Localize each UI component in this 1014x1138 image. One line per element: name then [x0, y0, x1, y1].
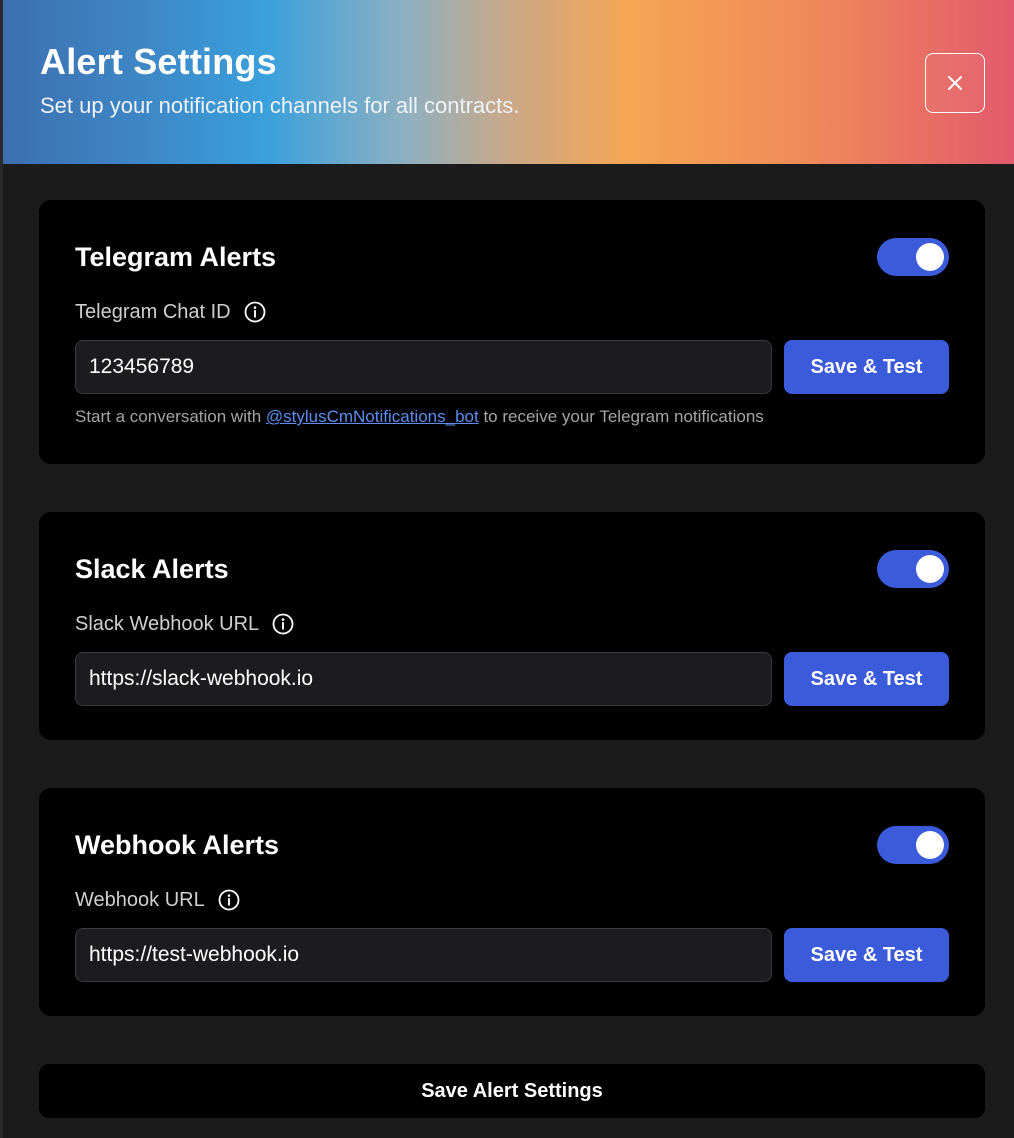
helper-prefix: Start a conversation with: [75, 407, 266, 426]
webhook-url-label: Webhook URL: [75, 888, 949, 912]
telegram-chat-id-label: Telegram Chat ID: [75, 300, 949, 324]
webhook-save-test-button[interactable]: Save & Test: [784, 928, 949, 982]
close-icon: [948, 76, 962, 90]
webhook-card-header: Webhook Alerts: [75, 826, 949, 864]
info-icon[interactable]: [243, 300, 267, 324]
slack-alerts-card: Slack Alerts Slack Webhook URL Save & T: [39, 512, 985, 740]
save-alert-settings-button[interactable]: Save Alert Settings: [39, 1064, 985, 1118]
telegram-alerts-toggle[interactable]: [877, 238, 949, 276]
telegram-alerts-card: Telegram Alerts Telegram Chat ID Save &: [39, 200, 985, 464]
modal-content: Telegram Alerts Telegram Chat ID Save &: [3, 164, 1014, 1118]
telegram-card-header: Telegram Alerts: [75, 238, 949, 276]
page-title: Alert Settings: [40, 41, 277, 82]
telegram-input-row: Save & Test: [75, 340, 949, 394]
modal-header: Alert Settings Set up your notification …: [3, 0, 1014, 164]
slack-card-header: Slack Alerts: [75, 550, 949, 588]
webhook-url-input[interactable]: [75, 928, 772, 982]
telegram-helper-text: Start a conversation with @stylusCmNotif…: [75, 406, 949, 428]
webhook-alerts-toggle[interactable]: [877, 826, 949, 864]
slack-save-test-button[interactable]: Save & Test: [784, 652, 949, 706]
webhook-card-title: Webhook Alerts: [75, 829, 280, 860]
webhook-url-label-text: Webhook URL: [75, 888, 205, 911]
slack-input-row: Save & Test: [75, 652, 949, 706]
alert-settings-modal: Alert Settings Set up your notification …: [0, 0, 1014, 1138]
webhook-alerts-card: Webhook Alerts Webhook URL Save & Test: [39, 788, 985, 1016]
slack-webhook-url-label: Slack Webhook URL: [75, 612, 949, 636]
telegram-chat-id-label-text: Telegram Chat ID: [75, 300, 231, 323]
slack-card-title: Slack Alerts: [75, 553, 229, 584]
slack-webhook-url-input[interactable]: [75, 652, 772, 706]
telegram-save-test-button[interactable]: Save & Test: [784, 340, 949, 394]
helper-suffix: to receive your Telegram notifications: [478, 407, 764, 426]
telegram-bot-link[interactable]: @stylusCmNotifications_bot: [266, 407, 479, 426]
page-subtitle: Set up your notification channels for al…: [40, 93, 520, 118]
toggle-knob: [916, 555, 944, 583]
slack-alerts-toggle[interactable]: [877, 550, 949, 588]
close-button[interactable]: [925, 53, 985, 113]
telegram-card-title: Telegram Alerts: [75, 241, 277, 272]
toggle-knob: [916, 243, 944, 271]
webhook-input-row: Save & Test: [75, 928, 949, 982]
slack-webhook-url-label-text: Slack Webhook URL: [75, 612, 260, 635]
toggle-knob: [916, 831, 944, 859]
info-icon[interactable]: [217, 888, 241, 912]
telegram-chat-id-input[interactable]: [75, 340, 772, 394]
info-icon[interactable]: [271, 612, 295, 636]
